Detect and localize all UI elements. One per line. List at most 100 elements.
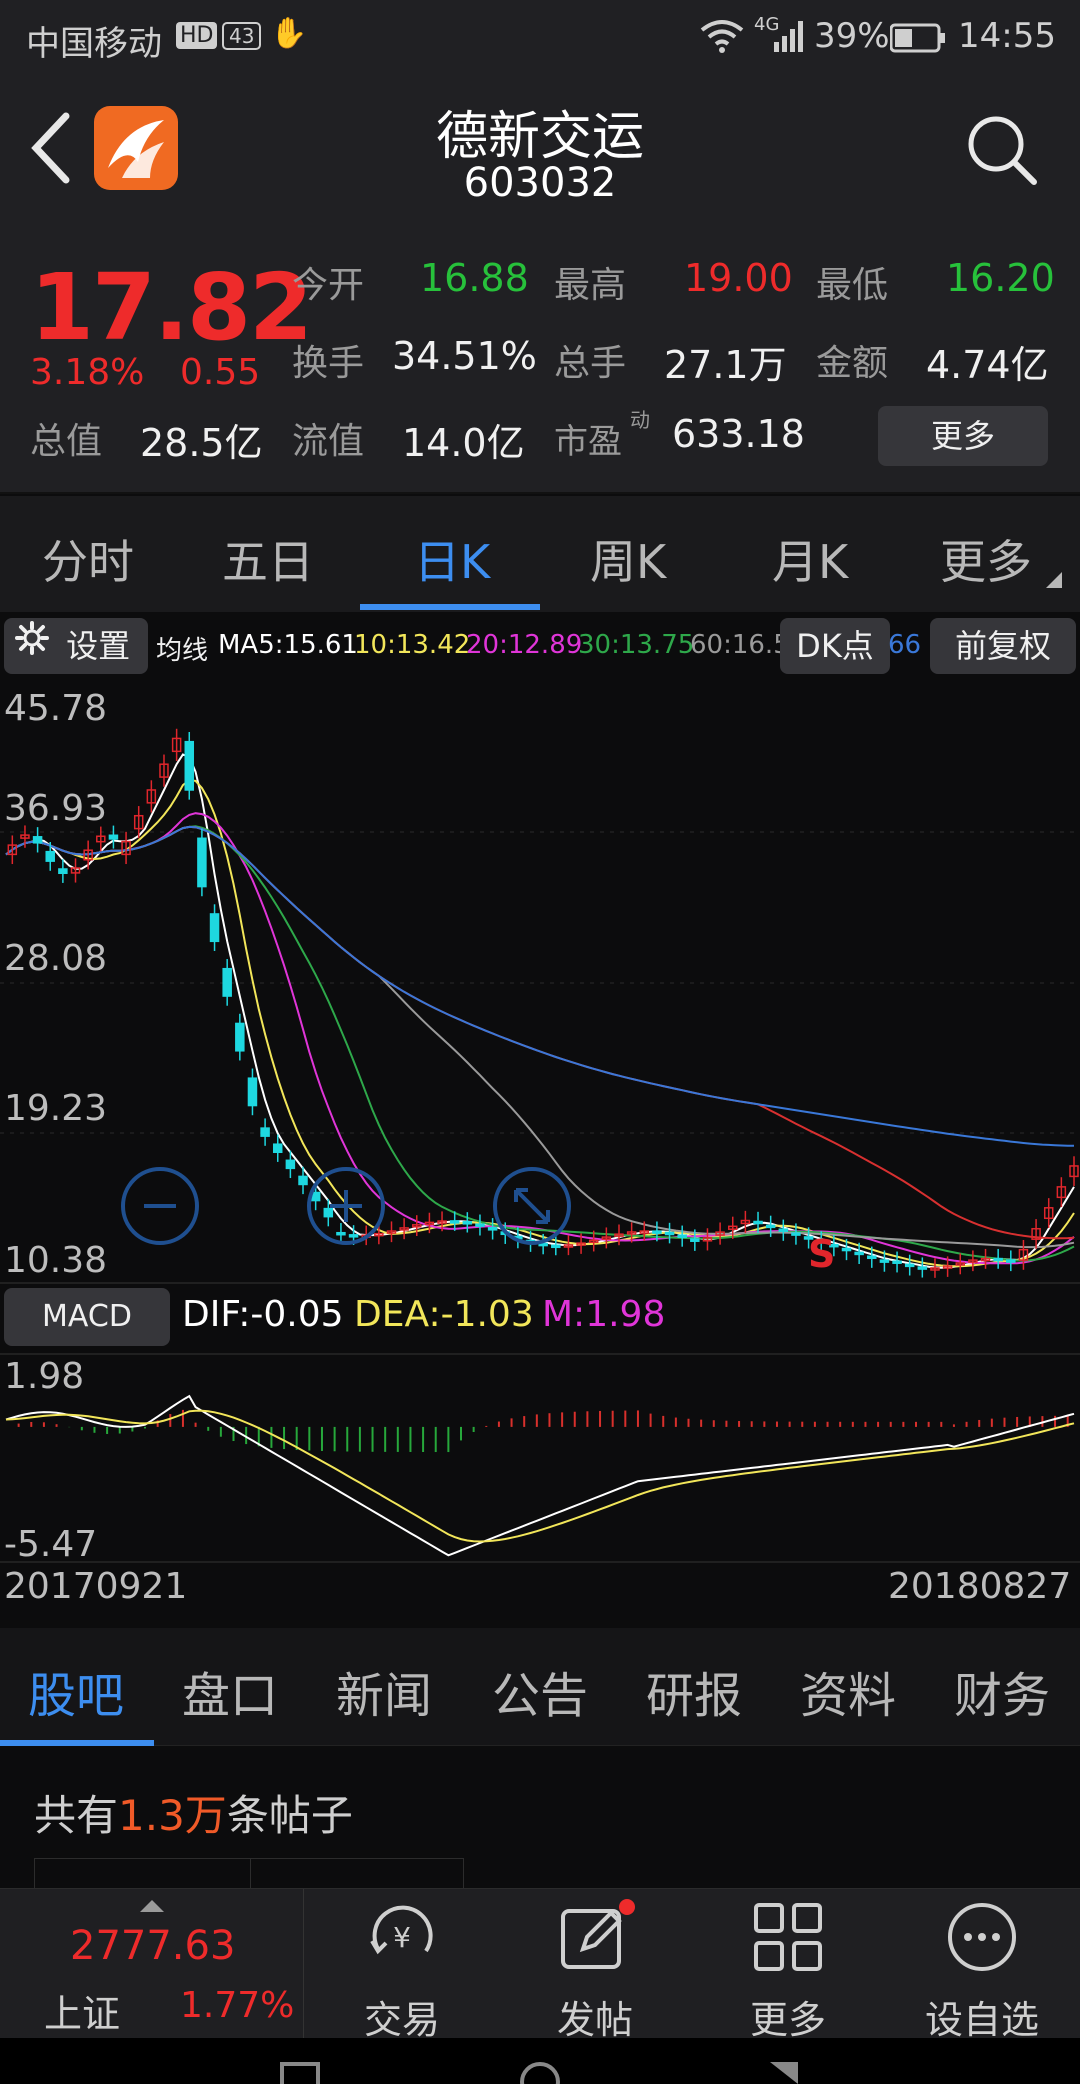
watchlist-label: 设自选 — [924, 1998, 1039, 2042]
m-value: M:1.98 — [542, 1294, 666, 1335]
ma-indicator-row: 设置 均线 MA5:15.61 10:13.42 20:12.89 30:13.… — [0, 612, 1080, 678]
trade-icon: ¥ — [364, 1899, 440, 1979]
tab-intraday[interactable]: 分时 — [42, 526, 134, 592]
ma20-value: 20:12.89 — [466, 630, 583, 660]
ma30-value: 30:13.75 — [578, 630, 695, 660]
ma-line — [5, 753, 1075, 1269]
stock-name: 德新交运 — [435, 107, 644, 167]
quote-more-button[interactable]: 更多 — [878, 406, 1048, 466]
search-icon[interactable] — [964, 112, 1040, 188]
ma-line — [5, 778, 1075, 1268]
candle-body — [336, 1231, 346, 1236]
candles — [7, 728, 1079, 1278]
tab-daily-k[interactable]: 日K — [414, 526, 490, 592]
dif-value: DIF:-0.05 — [182, 1294, 344, 1335]
candle-body — [917, 1266, 928, 1270]
tab-financials[interactable]: 财务 — [954, 1656, 1050, 1726]
dk-point-button[interactable]: DK点 — [780, 618, 890, 674]
start-date: 20170921 — [4, 1566, 188, 1607]
candle-body — [184, 740, 195, 791]
macd-lines — [5, 1394, 1075, 1557]
tab-weekly-k[interactable]: 周K — [590, 526, 666, 592]
sim-badge: 43 — [222, 22, 262, 50]
zoom-in-button[interactable] — [307, 1167, 385, 1245]
candle-body — [1006, 1259, 1016, 1263]
index-ticker[interactable]: 2777.63 上证 1.77% — [0, 1889, 304, 2039]
kline-chart-area[interactable]: 45.78 36.93 28.08 19.23 10.38 S MACD DIF… — [0, 678, 1080, 1608]
battery-pct: 39% — [814, 16, 890, 56]
hd-badge: HD — [176, 22, 218, 49]
low-label: 最低 — [816, 265, 889, 306]
candle-body — [197, 837, 207, 888]
index-value: 2777.63 — [70, 1923, 236, 1969]
stock-code: 603032 — [463, 160, 617, 206]
content-tabs: 股吧 盘口 新闻 公告 研报 资料 财务 — [0, 1628, 1080, 1746]
tab-monthly-k[interactable]: 月K — [772, 526, 848, 592]
tab-profile[interactable]: 资料 — [800, 1656, 896, 1726]
settings-button[interactable]: 设置 — [4, 618, 148, 674]
pe-label: 市盈 — [554, 422, 622, 462]
candle-body — [209, 913, 220, 943]
candle-body — [993, 1257, 1003, 1262]
filter-box[interactable] — [34, 1858, 464, 1888]
tab-more-periods[interactable]: 更多 — [940, 526, 1032, 592]
active-tab-indicator — [360, 604, 540, 610]
more-button[interactable]: 更多 — [690, 1889, 886, 2042]
turnover-rate-value: 34.51% — [392, 334, 537, 378]
pe-value: 633.18 — [672, 412, 805, 456]
candle-body — [778, 1228, 789, 1232]
end-date: 20180827 — [888, 1566, 1072, 1607]
current-price: 17.82 — [30, 254, 313, 361]
kline-svg — [0, 728, 1080, 1563]
candle-body — [58, 868, 68, 875]
add-watchlist-button[interactable]: 设自选 — [884, 1889, 1080, 2042]
index-pct: 1.77% — [180, 1985, 295, 2026]
tab-announcements[interactable]: 公告 — [492, 1656, 588, 1726]
pe-superscript: 动 — [630, 408, 650, 432]
post-count-prefix: 共有 — [34, 1791, 119, 1840]
active-tab-indicator — [0, 1740, 154, 1746]
candle-body — [285, 1159, 296, 1170]
float-cap-value: 14.0亿 — [402, 421, 525, 465]
tab-forum[interactable]: 股吧 — [28, 1656, 124, 1726]
index-name: 上证 — [44, 1992, 121, 2036]
candle-body — [222, 967, 232, 997]
candle-body — [475, 1223, 485, 1227]
trade-label: 交易 — [363, 1998, 440, 2042]
ma60-value: 60:16.5 — [690, 630, 790, 660]
bottom-toolbar: 2777.63 上证 1.77% ¥ 交易 发帖 更多 设自选 — [0, 1888, 1080, 2042]
clock: 14:55 — [958, 16, 1056, 56]
candle-body — [892, 1260, 902, 1264]
indicator-select-button[interactable]: MACD — [4, 1288, 170, 1346]
candle-body — [841, 1247, 852, 1252]
change-amt: 0.55 — [180, 352, 261, 393]
carrier-label: 中国移动 — [26, 24, 162, 64]
zoom-out-button[interactable] — [121, 1167, 199, 1245]
gear-icon — [14, 617, 50, 673]
open-value: 16.88 — [420, 256, 529, 300]
nav-back-icon[interactable] — [770, 2062, 798, 2084]
ma-prefix: 均线 — [156, 636, 209, 666]
fullscreen-button[interactable] — [493, 1167, 571, 1245]
tab-research[interactable]: 研报 — [646, 1656, 742, 1726]
candle-body — [652, 1230, 662, 1234]
trade-button[interactable]: ¥ 交易 — [304, 1889, 500, 2042]
tab-news[interactable]: 新闻 — [336, 1656, 432, 1726]
ma5-value: MA5:15.61 — [218, 630, 358, 660]
macd-axis-label: -5.47 — [4, 1524, 98, 1565]
forward-adjust-button[interactable]: 前复权 — [930, 618, 1076, 674]
signal-icon — [772, 18, 810, 63]
ma-line — [5, 812, 1075, 1265]
candle-body — [449, 1220, 460, 1224]
app-root: 中国移动 HD 43 ✋ 4G 39% 14:55 德新交运 603032 17… — [0, 0, 1080, 2084]
tab-order-book[interactable]: 盘口 — [182, 1656, 278, 1726]
low-value: 16.20 — [946, 256, 1055, 300]
nav-circle-icon[interactable] — [520, 2062, 560, 2084]
new-post-button[interactable]: 发帖 — [497, 1889, 693, 2042]
high-value: 19.00 — [684, 256, 793, 300]
status-bar: 中国移动 HD 43 ✋ 4G 39% 14:55 — [0, 0, 1080, 74]
candle-body — [664, 1231, 675, 1236]
nav-home-icon[interactable] — [280, 2062, 320, 2084]
tab-five-day[interactable]: 五日 — [222, 526, 314, 592]
macd-bars — [17, 1409, 1069, 1453]
